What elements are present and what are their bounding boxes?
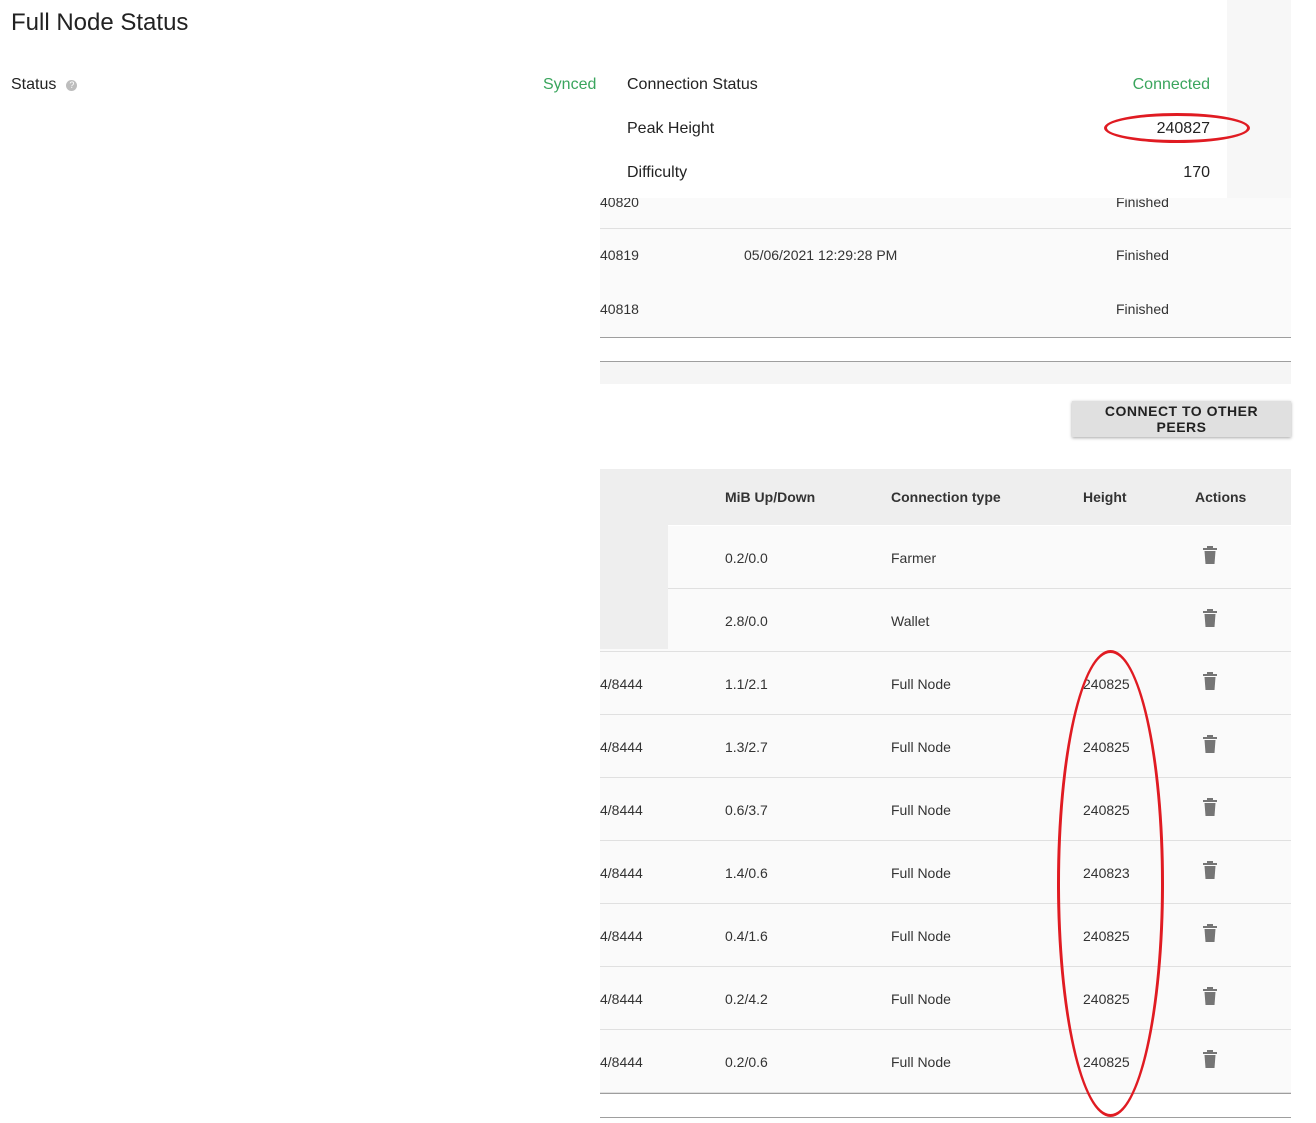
mib-up-down: 0.2/0.0 bbox=[725, 550, 768, 566]
trash-icon[interactable] bbox=[1203, 798, 1217, 816]
card-side-strip bbox=[1227, 0, 1291, 198]
table-row[interactable]: 40818 Finished bbox=[600, 283, 1291, 338]
trash-icon[interactable] bbox=[1203, 609, 1217, 627]
column-header-height[interactable]: Height bbox=[1083, 489, 1127, 505]
mib-up-down: 1.1/2.1 bbox=[725, 676, 768, 692]
column-header-mib[interactable]: MiB Up/Down bbox=[725, 489, 815, 505]
difficulty-value: 170 bbox=[1183, 164, 1210, 181]
peer-address: 4/8444 bbox=[600, 802, 643, 818]
trash-icon[interactable] bbox=[1203, 861, 1217, 879]
connection-type: Full Node bbox=[891, 865, 951, 881]
mib-up-down: 2.8/0.0 bbox=[725, 613, 768, 629]
table-row[interactable]: 0.2/0.0 Farmer bbox=[600, 526, 1291, 589]
divider bbox=[600, 1117, 1291, 1118]
trash-icon[interactable] bbox=[1203, 546, 1217, 564]
table-row[interactable]: 4/8444 1.4/0.6 Full Node 240823 bbox=[600, 841, 1291, 904]
block-state: Finished bbox=[1116, 301, 1169, 317]
left-cover bbox=[600, 525, 668, 649]
table-row[interactable]: 2.8/0.0 Wallet bbox=[600, 589, 1291, 652]
card-row-difficulty: Difficulty 170 bbox=[627, 164, 1210, 182]
block-state: Finished bbox=[1116, 247, 1169, 263]
peer-address: 4/8444 bbox=[600, 1054, 643, 1070]
trash-icon[interactable] bbox=[1203, 924, 1217, 942]
annotation-ellipse-heights bbox=[1057, 650, 1164, 1117]
table-row[interactable]: 4/8444 0.2/0.6 Full Node 240825 bbox=[600, 1030, 1291, 1093]
trash-icon[interactable] bbox=[1203, 987, 1217, 1005]
connection-type: Full Node bbox=[891, 802, 951, 818]
mib-up-down: 0.2/0.6 bbox=[725, 1054, 768, 1070]
peer-address: 4/8444 bbox=[600, 928, 643, 944]
mib-up-down: 1.3/2.7 bbox=[725, 739, 768, 755]
connection-type: Full Node bbox=[891, 991, 951, 1007]
table-row[interactable]: 4/8444 1.1/2.1 Full Node 240825 bbox=[600, 652, 1291, 715]
connection-type: Wallet bbox=[891, 613, 930, 629]
card-label: Peak Height bbox=[627, 120, 715, 137]
page-title: Full Node Status bbox=[11, 9, 189, 36]
peer-address: 4/8444 bbox=[600, 865, 643, 881]
peer-address: 4/8444 bbox=[600, 739, 643, 755]
column-header-actions: Actions bbox=[1195, 489, 1247, 505]
connection-type: Full Node bbox=[891, 1054, 951, 1070]
table-row[interactable]: 4/8444 1.3/2.7 Full Node 240825 bbox=[600, 715, 1291, 778]
sync-status-value: Synced bbox=[543, 76, 597, 93]
table-row[interactable]: 4/8444 0.2/4.2 Full Node 240825 bbox=[600, 967, 1291, 1030]
table-row[interactable]: 40819 05/06/2021 12:29:28 PM Finished bbox=[600, 229, 1291, 284]
status-label-group: Status ? bbox=[11, 76, 78, 94]
table-row[interactable]: 4/8444 0.4/1.6 Full Node 240825 bbox=[600, 904, 1291, 967]
block-time: 05/06/2021 12:29:28 PM bbox=[744, 247, 898, 263]
card-label: Connection Status bbox=[627, 76, 758, 93]
divider bbox=[600, 1093, 1291, 1094]
status-label: Status bbox=[11, 76, 57, 93]
mib-up-down: 0.6/3.7 bbox=[725, 802, 768, 818]
mib-up-down: 1.4/0.6 bbox=[725, 865, 768, 881]
column-header-connection-type[interactable]: Connection type bbox=[891, 489, 1001, 505]
divider bbox=[600, 337, 1291, 338]
card-row-connection-status: Connection Status Connected bbox=[627, 76, 1210, 94]
peer-address: 4/8444 bbox=[600, 676, 643, 692]
connection-type: Full Node bbox=[891, 928, 951, 944]
connection-type: Full Node bbox=[891, 739, 951, 755]
connections-table-header: MiB Up/Down Connection type Height Actio… bbox=[600, 469, 1291, 525]
mib-up-down: 0.2/4.2 bbox=[725, 991, 768, 1007]
help-circle-icon[interactable]: ? bbox=[66, 79, 78, 91]
trash-icon[interactable] bbox=[1203, 1050, 1217, 1068]
annotation-ellipse-peak-height bbox=[1104, 113, 1250, 143]
connect-to-other-peers-button[interactable]: CONNECT TO OTHER PEERS bbox=[1072, 401, 1291, 437]
connection-status-card: Connection Status Connected Peak Height … bbox=[600, 0, 1227, 198]
connection-type: Farmer bbox=[891, 550, 937, 566]
connection-status-value: Connected bbox=[1132, 76, 1210, 93]
table-row[interactable]: 4/8444 0.6/3.7 Full Node 240825 bbox=[600, 778, 1291, 841]
mib-up-down: 0.4/1.6 bbox=[725, 928, 768, 944]
connection-type: Full Node bbox=[891, 676, 951, 692]
peer-address: 4/8444 bbox=[600, 991, 643, 1007]
section-band bbox=[600, 362, 1291, 384]
trash-icon[interactable] bbox=[1203, 672, 1217, 690]
block-height: 40819 bbox=[600, 247, 639, 263]
trash-icon[interactable] bbox=[1203, 735, 1217, 753]
card-label: Difficulty bbox=[627, 164, 688, 181]
block-height: 40818 bbox=[600, 301, 639, 317]
